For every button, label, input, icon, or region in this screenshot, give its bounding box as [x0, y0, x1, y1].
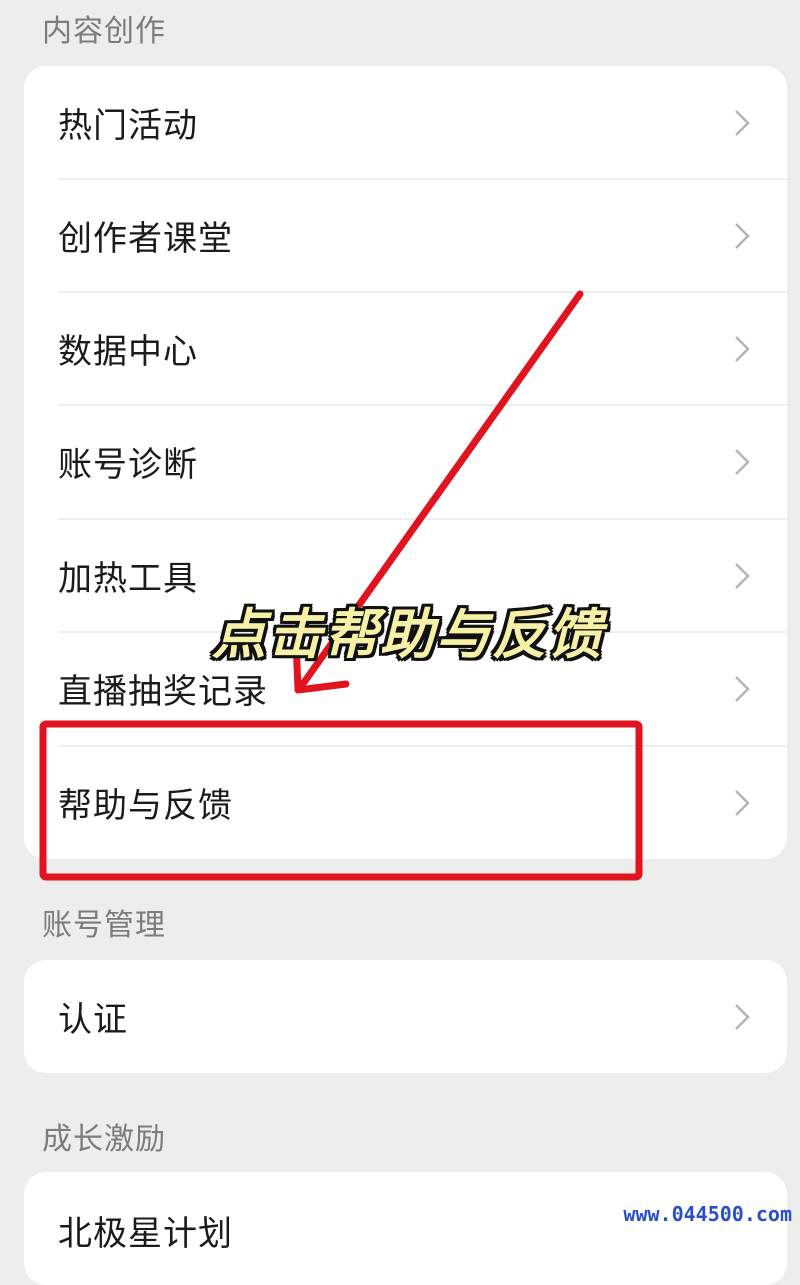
annotation-caption: 点击帮助与反馈: [212, 603, 604, 666]
watermark: www.044500.com: [623, 1202, 792, 1226]
highlight-box: [39, 720, 643, 881]
